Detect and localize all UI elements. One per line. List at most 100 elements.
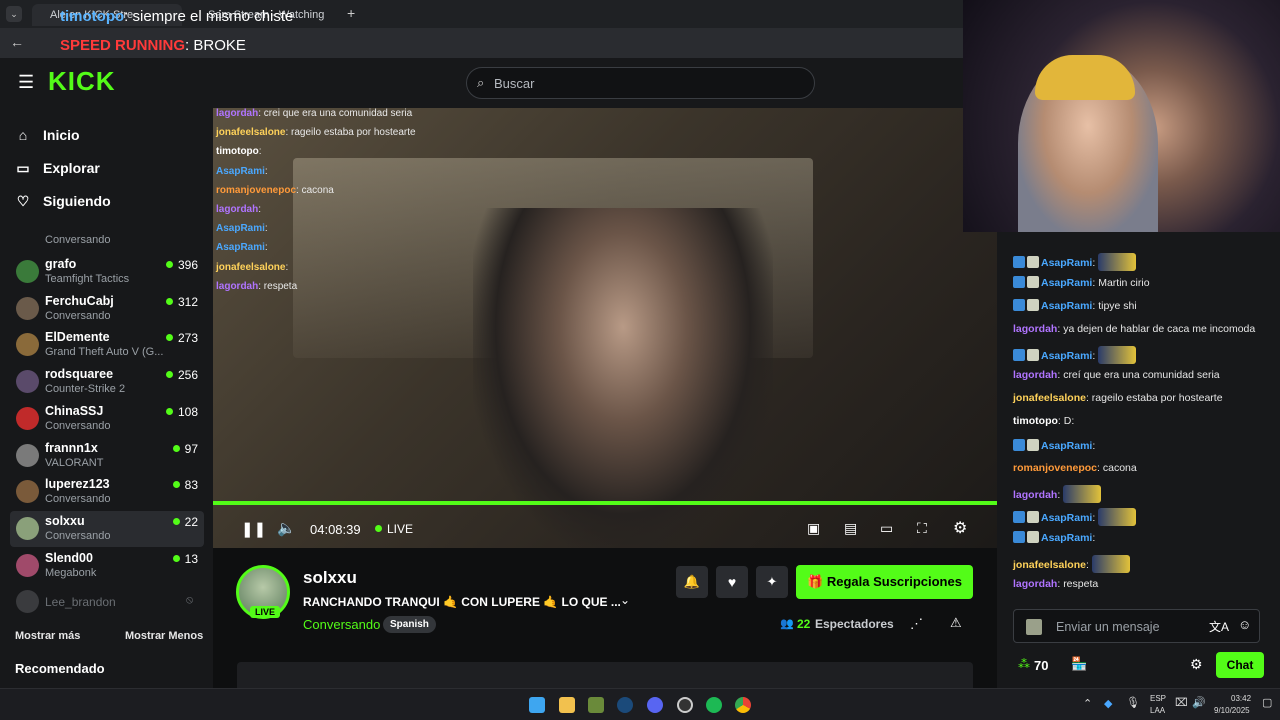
channel-name: grafo	[45, 257, 77, 271]
title-expand-chevron-icon[interactable]: ⌄	[620, 593, 630, 607]
nav-home[interactable]: ⌂ Inicio	[15, 127, 80, 143]
category-link[interactable]: Conversando	[303, 617, 380, 632]
minecraft-icon[interactable]	[588, 697, 604, 713]
avatar	[16, 480, 39, 504]
cinema-icon[interactable]: ▭	[880, 520, 893, 537]
menu-icon[interactable]: ☰	[18, 72, 34, 93]
chat-send-button[interactable]: Chat	[1216, 652, 1264, 678]
chat-username[interactable]: timotopo	[1013, 415, 1058, 427]
notifications-icon[interactable]: ▢	[1262, 696, 1272, 709]
file-explorer-icon[interactable]	[559, 697, 575, 713]
tray-app-icon[interactable]: ◆	[1104, 697, 1112, 710]
clock-date[interactable]: 9/10/2025	[1214, 706, 1250, 715]
overlay-chat-user: jonafeelsalone	[216, 127, 286, 139]
follow-heart-icon[interactable]: ♥	[716, 566, 748, 598]
nav-browse[interactable]: ▭ Explorar	[15, 160, 99, 177]
chat-message: timotopo: D:	[1013, 415, 1075, 428]
clock-time[interactable]: 03:42	[1231, 694, 1251, 703]
chat-username[interactable]: AsapRami	[1041, 532, 1092, 544]
progress-bar[interactable]	[213, 501, 997, 505]
chat-username[interactable]: AsapRami	[1041, 350, 1092, 362]
channel-name: rodsquaree	[45, 367, 114, 382]
network-icon[interactable]: ⌧	[1175, 696, 1188, 709]
share-icon[interactable]: ⋰	[910, 616, 923, 632]
chat-username[interactable]: jonafeelsalone	[1013, 559, 1086, 571]
viewer-count: 108	[166, 405, 198, 419]
browse-icon: ▭	[16, 160, 30, 176]
sidebar-channel-frannn1x[interactable]: frannn1x VALORANT 97	[14, 438, 204, 474]
chat-username[interactable]: lagordah	[1013, 578, 1057, 590]
store-icon[interactable]: 🏪	[1071, 656, 1087, 672]
chat-settings-gear-icon[interactable]: ⚙	[1190, 656, 1203, 673]
windows-start-icon[interactable]	[529, 697, 545, 713]
video-player[interactable]: lagordah: crei que era una comunidad ser…	[213, 108, 997, 548]
points-count[interactable]: 70	[1034, 658, 1048, 673]
translate-icon[interactable]: 文A	[1209, 618, 1229, 635]
sidebar-channel-rodsquaree[interactable]: rodsquaree Counter-Strike 2 256	[14, 364, 204, 400]
overlay-chat-line: lagordah: respeta	[216, 280, 298, 292]
verified-badge-icon	[1013, 256, 1025, 268]
miniplayer-icon[interactable]: ▣	[807, 520, 820, 537]
viewer-count: 22	[173, 515, 198, 529]
chat-username[interactable]: lagordah	[1013, 489, 1057, 501]
speaker-icon[interactable]: 🔊	[1192, 696, 1206, 709]
nav-following[interactable]: ♡ Siguiendo	[15, 193, 111, 210]
sidebar-channel-grafo[interactable]: grafo Teamfight Tactics 396	[14, 254, 204, 290]
sidebar-channel-eldemente[interactable]: ElDemente Grand Theft Auto V (G... 273	[14, 327, 204, 363]
settings-gear-icon[interactable]: ⚙	[953, 518, 967, 538]
gift-subs-button[interactable]: 🎁 Regala Suscripciones	[796, 565, 973, 599]
language-tag[interactable]: Spanish	[383, 616, 436, 633]
chat-username[interactable]: lagordah	[1013, 323, 1057, 335]
chat-input[interactable]: Enviar un mensaje 文A ☺	[1013, 609, 1260, 643]
chat-message: AsapRami:	[1013, 438, 1095, 452]
sidebar-channel-solxxu[interactable]: solxxu Conversando 22	[10, 510, 204, 547]
search-input[interactable]: ⌕ Buscar	[466, 67, 815, 99]
tab-menu-icon[interactable]: ⌄	[6, 6, 22, 22]
show-less-link[interactable]: Mostrar Menos	[125, 630, 203, 642]
channel-name[interactable]: solxxu	[303, 568, 357, 588]
pause-icon[interactable]: ❚❚	[241, 520, 266, 538]
sidebar-channel-chinassj[interactable]: ChinaSSJ Conversando 108	[14, 401, 204, 437]
report-warning-icon[interactable]: ⚠	[950, 615, 962, 631]
microphone-icon[interactable]: 🎙	[1126, 696, 1140, 709]
discord-icon[interactable]	[647, 697, 663, 713]
volume-icon[interactable]: 🔈	[277, 519, 296, 537]
spotify-icon[interactable]	[706, 697, 722, 713]
chat-message: lagordah:	[1013, 485, 1102, 503]
chat-username[interactable]: AsapRami	[1041, 257, 1092, 269]
theater-icon[interactable]: ▤	[844, 520, 857, 537]
chat-username[interactable]: AsapRami	[1041, 300, 1092, 312]
sidebar-channel-slend00[interactable]: Slend00 Megabonk 13	[14, 548, 204, 584]
new-tab-icon[interactable]: +	[347, 5, 355, 21]
sidebar-channel-ferchucabj[interactable]: FerchuCabj Conversando 312	[14, 291, 204, 327]
channel-offline[interactable]: Lee_brandon ⦸	[14, 590, 204, 614]
overlay-chat-text: cacona	[301, 184, 334, 196]
chat-username[interactable]: AsapRami	[1041, 512, 1092, 524]
fullscreen-icon[interactable]: ⛶	[917, 520, 927, 537]
show-more-link[interactable]: Mostrar más	[15, 630, 80, 642]
sparkle-icon[interactable]: ✦	[756, 566, 788, 598]
chat-username[interactable]: jonafeelsalone	[1013, 392, 1086, 404]
subscriber-badge-icon	[1027, 438, 1039, 451]
steam-icon[interactable]	[617, 697, 633, 713]
chrome-icon[interactable]	[735, 697, 751, 713]
channel-category: Conversando	[45, 493, 111, 506]
chat-username[interactable]: AsapRami	[1041, 277, 1092, 289]
kick-logo[interactable]: KICK	[48, 66, 116, 97]
sidebar-channel-luperez123[interactable]: luperez123 Conversando 83	[14, 474, 204, 510]
channel-category: Conversando	[45, 529, 111, 542]
lang-layout[interactable]: LAA	[1150, 706, 1165, 715]
tray-chevron-icon[interactable]: ⌃	[1083, 697, 1092, 710]
video-streamer	[473, 208, 773, 548]
obs-icon[interactable]	[677, 697, 693, 713]
back-icon[interactable]: ←	[10, 34, 24, 50]
chat-message: AsapRami:	[1013, 508, 1137, 527]
chat-username[interactable]: lagordah	[1013, 369, 1057, 381]
channel-partial[interactable]: Conversando	[14, 224, 204, 250]
chat-username[interactable]: romanjovenepoc	[1013, 462, 1097, 474]
notification-bell-icon[interactable]: 🔔	[676, 566, 708, 598]
chat-username[interactable]: AsapRami	[1041, 440, 1092, 452]
lang-code[interactable]: ESP	[1150, 694, 1166, 703]
overlay-chat-user: lagordah	[216, 108, 259, 119]
emoji-icon[interactable]: ☺	[1238, 617, 1251, 632]
